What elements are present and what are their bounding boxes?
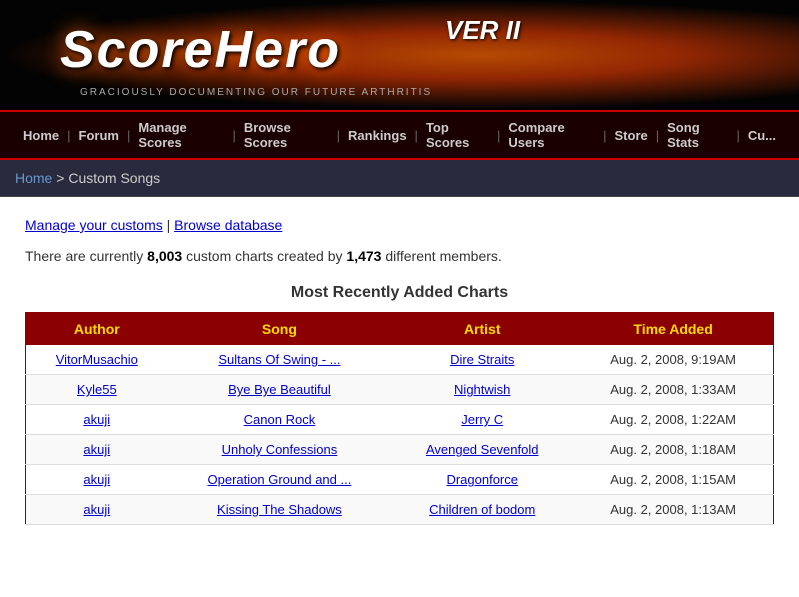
cell-artist: Dragonforce <box>391 465 573 495</box>
cell-artist: Jerry C <box>391 405 573 435</box>
artist-link[interactable]: Dragonforce <box>446 472 518 487</box>
cell-song: Kissing The Shadows <box>168 495 392 525</box>
artist-link[interactable]: Children of bodom <box>429 502 535 517</box>
manage-customs-link[interactable]: Manage your customs <box>25 217 163 233</box>
stats-middle: custom charts created by <box>186 248 346 264</box>
cell-author: akuji <box>26 405 168 435</box>
stats-prefix: There are currently <box>25 248 147 264</box>
cell-author: akuji <box>26 435 168 465</box>
stats-line: There are currently 8,003 custom charts … <box>25 248 774 264</box>
table-row: Kyle55 Bye Bye Beautiful Nightwish Aug. … <box>26 375 774 405</box>
nav-manage-scores[interactable]: Manage Scores <box>130 120 232 150</box>
cell-author: VitorMusachio <box>26 345 168 375</box>
author-link[interactable]: VitorMusachio <box>56 352 138 367</box>
nav-home[interactable]: Home <box>15 128 67 143</box>
cell-song: Unholy Confessions <box>168 435 392 465</box>
browse-database-link[interactable]: Browse database <box>174 217 282 233</box>
artist-link[interactable]: Jerry C <box>461 412 503 427</box>
cell-time: Aug. 2, 2008, 9:19AM <box>573 345 773 375</box>
cell-time: Aug. 2, 2008, 1:18AM <box>573 435 773 465</box>
table-row: akuji Operation Ground and ... Dragonfor… <box>26 465 774 495</box>
song-link[interactable]: Sultans Of Swing - ... <box>218 352 340 367</box>
song-link[interactable]: Unholy Confessions <box>222 442 338 457</box>
table-section: Most Recently Added Charts Author Song A… <box>25 284 774 525</box>
cell-time: Aug. 2, 2008, 1:13AM <box>573 495 773 525</box>
col-time: Time Added <box>573 313 773 346</box>
cell-author: akuji <box>26 465 168 495</box>
cell-artist: Avenged Sevenfold <box>391 435 573 465</box>
nav-top-scores[interactable]: Top Scores <box>418 120 497 150</box>
author-link[interactable]: akuji <box>83 412 110 427</box>
nav-store[interactable]: Store <box>607 128 656 143</box>
cell-song: Sultans Of Swing - ... <box>168 345 392 375</box>
cell-song: Bye Bye Beautiful <box>168 375 392 405</box>
song-link[interactable]: Kissing The Shadows <box>217 502 342 517</box>
main-nav: Home | Forum | Manage Scores | Browse Sc… <box>0 110 799 160</box>
table-row: akuji Unholy Confessions Avenged Sevenfo… <box>26 435 774 465</box>
song-link[interactable]: Canon Rock <box>244 412 316 427</box>
nav-compare-users[interactable]: Compare Users <box>500 120 603 150</box>
cell-song: Operation Ground and ... <box>168 465 392 495</box>
cell-artist: Children of bodom <box>391 495 573 525</box>
actions-line: Manage your customs | Browse database <box>25 217 774 233</box>
cell-time: Aug. 2, 2008, 1:22AM <box>573 405 773 435</box>
nav-custom[interactable]: Cu... <box>740 128 784 143</box>
cell-artist: Dire Straits <box>391 345 573 375</box>
nav-browse-scores[interactable]: Browse Scores <box>236 120 337 150</box>
version-badge: VER II <box>445 15 520 46</box>
table-header-row: Author Song Artist Time Added <box>26 313 774 346</box>
nav-rankings[interactable]: Rankings <box>340 128 415 143</box>
cell-time: Aug. 2, 2008, 1:33AM <box>573 375 773 405</box>
member-count: 1,473 <box>346 248 381 264</box>
cell-song: Canon Rock <box>168 405 392 435</box>
breadcrumb-bar: Home > Custom Songs <box>0 160 799 197</box>
site-tagline: Graciously Documenting Our Future Arthri… <box>80 87 432 98</box>
author-link[interactable]: Kyle55 <box>77 382 117 397</box>
site-logo: ScoreHero <box>60 20 341 80</box>
artist-link[interactable]: Dire Straits <box>450 352 514 367</box>
song-link[interactable]: Bye Bye Beautiful <box>228 382 331 397</box>
cell-author: Kyle55 <box>26 375 168 405</box>
nav-song-stats[interactable]: Song Stats <box>659 120 736 150</box>
col-song: Song <box>168 313 392 346</box>
chart-count: 8,003 <box>147 248 182 264</box>
table-row: akuji Kissing The Shadows Children of bo… <box>26 495 774 525</box>
song-link[interactable]: Operation Ground and ... <box>208 472 352 487</box>
nav-forum[interactable]: Forum <box>71 128 127 143</box>
table-row: akuji Canon Rock Jerry C Aug. 2, 2008, 1… <box>26 405 774 435</box>
artist-link[interactable]: Nightwish <box>454 382 510 397</box>
cell-time: Aug. 2, 2008, 1:15AM <box>573 465 773 495</box>
col-author: Author <box>26 313 168 346</box>
cell-artist: Nightwish <box>391 375 573 405</box>
breadcrumb-home[interactable]: Home <box>15 170 52 186</box>
table-body: VitorMusachio Sultans Of Swing - ... Dir… <box>26 345 774 525</box>
breadcrumb-current: Custom Songs <box>68 170 160 186</box>
main-content: Manage your customs | Browse database Th… <box>0 197 799 597</box>
author-link[interactable]: akuji <box>83 502 110 517</box>
cell-author: akuji <box>26 495 168 525</box>
author-link[interactable]: akuji <box>83 472 110 487</box>
author-link[interactable]: akuji <box>83 442 110 457</box>
artist-link[interactable]: Avenged Sevenfold <box>426 442 539 457</box>
col-artist: Artist <box>391 313 573 346</box>
stats-suffix: different members. <box>385 248 501 264</box>
charts-table: Author Song Artist Time Added VitorMusac… <box>25 312 774 525</box>
site-header: ScoreHero VER II Graciously Documenting … <box>0 0 799 110</box>
table-row: VitorMusachio Sultans Of Swing - ... Dir… <box>26 345 774 375</box>
breadcrumb: Home > Custom Songs <box>15 170 784 186</box>
breadcrumb-separator: > <box>56 170 64 186</box>
table-title: Most Recently Added Charts <box>25 284 774 302</box>
